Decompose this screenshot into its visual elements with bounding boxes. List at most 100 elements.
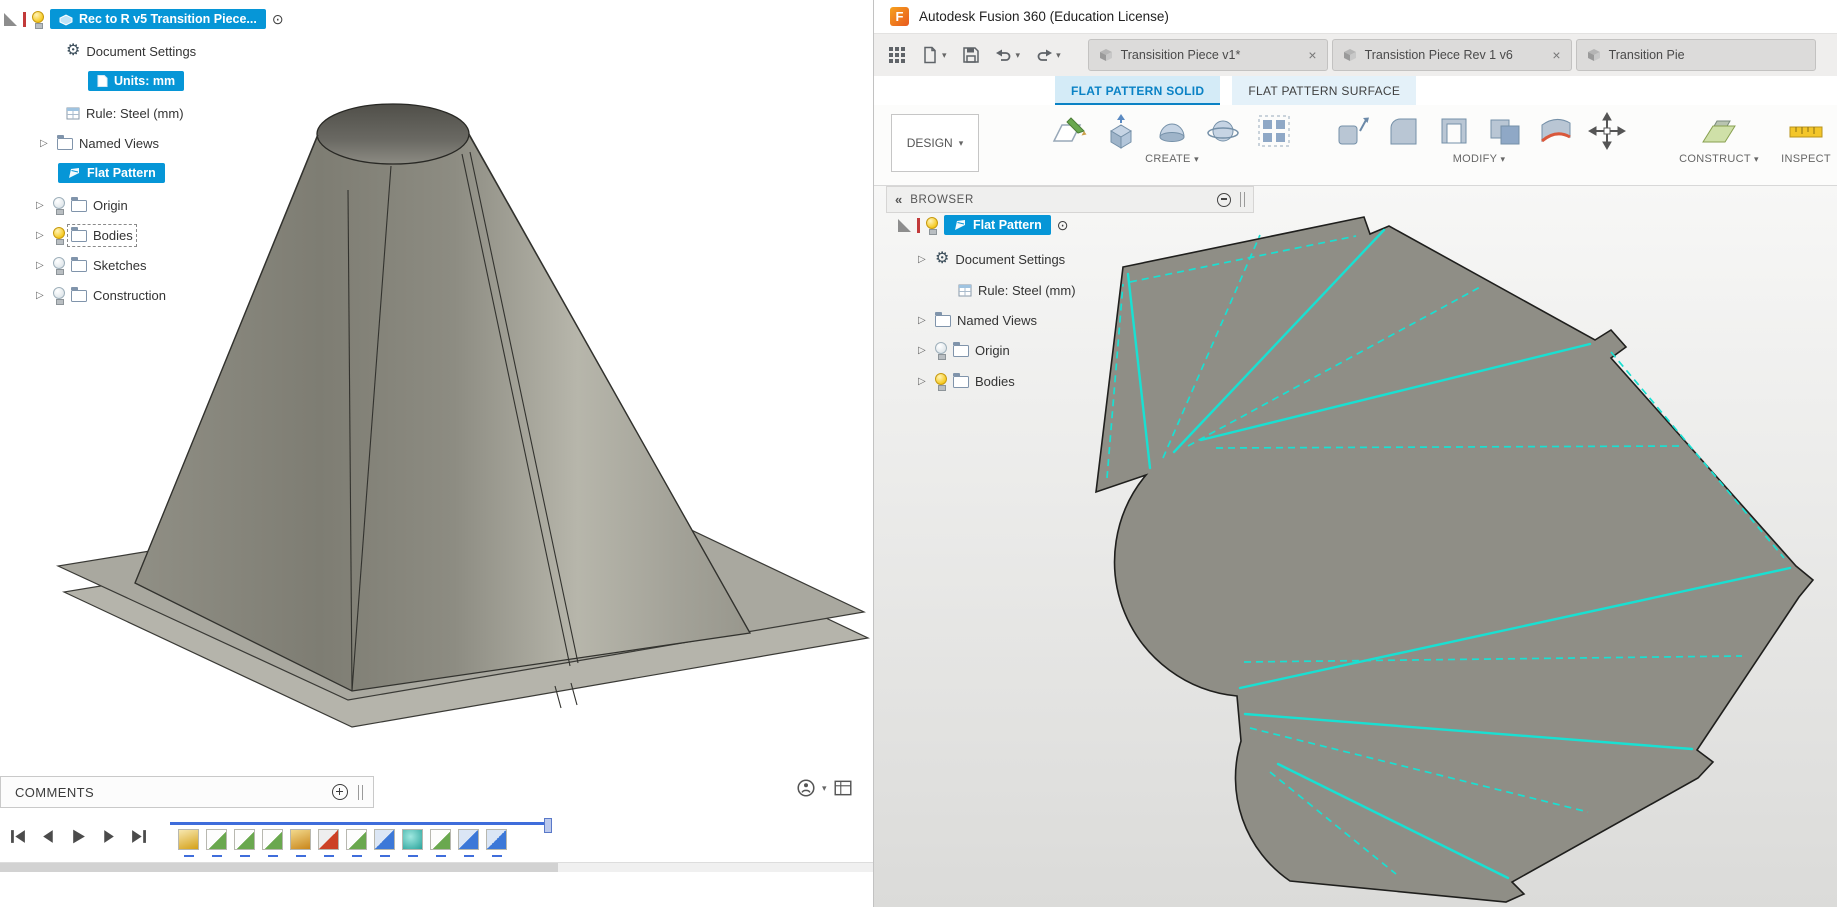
expand-arrow-icon[interactable]: ▷ (36, 260, 47, 271)
flat-pattern-sheet[interactable] (1096, 217, 1813, 902)
document-tab[interactable]: Transition Pie (1576, 39, 1816, 71)
go-to-start-button[interactable] (10, 828, 27, 845)
document-tab[interactable]: Transisition Piece v1* × (1088, 39, 1328, 71)
bend-feature-icon[interactable] (458, 829, 479, 850)
find-in-canvas-icon[interactable]: ⊙ (272, 11, 284, 28)
tree-item-named-views[interactable]: ▷ Named Views (40, 130, 159, 156)
sphere-icon[interactable] (1203, 111, 1243, 151)
sketch-feature-icon[interactable] (346, 829, 367, 850)
comments-bar[interactable]: COMMENTS (0, 776, 374, 808)
browser-minimize-icon[interactable] (1217, 193, 1231, 207)
comments-expand-icon[interactable] (332, 784, 348, 800)
press-pull-icon[interactable] (1332, 111, 1372, 151)
save-icon[interactable] (962, 46, 980, 64)
tree-item-document-settings[interactable]: ▷ ⚙ Document Settings (918, 246, 1065, 272)
fillet-icon[interactable] (1383, 111, 1423, 151)
go-to-end-button[interactable] (130, 828, 147, 845)
sketch-feature-icon[interactable] (430, 829, 451, 850)
step-back-button[interactable] (40, 828, 57, 845)
expand-arrow-icon[interactable]: ▷ (918, 376, 929, 387)
construct-dropdown[interactable]: CONSTRUCT ▾ (1664, 153, 1774, 165)
revolve-icon[interactable] (1152, 111, 1192, 151)
move-icon[interactable] (1587, 111, 1627, 151)
bend-feature-icon[interactable] (374, 829, 395, 850)
close-tab-icon[interactable]: × (1308, 47, 1316, 63)
grid-display-icon[interactable] (833, 778, 853, 798)
sketch-feature-icon[interactable] (234, 829, 255, 850)
tree-item-root[interactable]: Flat Pattern ⊙ (898, 212, 1069, 238)
undo-button[interactable]: ▾ (995, 46, 1021, 64)
visibility-bulb-icon[interactable] (935, 342, 947, 359)
replace-face-icon[interactable] (1536, 111, 1576, 151)
create-sketch-icon[interactable] (1050, 111, 1090, 151)
browser-collapse-chevrons-icon[interactable]: « (895, 192, 901, 207)
combine-icon[interactable] (1485, 111, 1525, 151)
tree-item-construction[interactable]: ▷ Construction (36, 282, 166, 308)
visibility-bulb-icon[interactable] (32, 11, 44, 28)
construct-plane-icon[interactable] (1699, 111, 1739, 151)
visibility-bulb-icon[interactable] (53, 197, 65, 214)
browser-panel-grip[interactable] (1240, 192, 1245, 207)
tree-item-bodies[interactable]: ▷ Bodies (36, 222, 133, 248)
rectangular-pattern-icon[interactable] (1254, 111, 1294, 151)
visibility-bulb-icon[interactable] (53, 257, 65, 274)
tree-item-origin[interactable]: ▷ Origin (918, 337, 1010, 363)
tree-item-origin[interactable]: ▷ Origin (36, 192, 128, 218)
shell-icon[interactable] (1434, 111, 1474, 151)
timeline-scrollbar-thumb[interactable] (0, 863, 558, 872)
bend-feature-icon[interactable] (486, 829, 507, 850)
tree-item-rule[interactable]: Rule: Steel (mm) (958, 277, 1076, 303)
expand-arrow-icon[interactable]: ▷ (918, 254, 929, 265)
orbit-menu-caret-icon[interactable]: ▾ (822, 783, 827, 794)
tab-flat-pattern-solid[interactable]: FLAT PATTERN SOLID (1055, 76, 1220, 105)
visibility-bulb-icon[interactable] (926, 217, 938, 234)
expand-arrow-icon[interactable]: ▷ (918, 315, 929, 326)
orbit-icon[interactable] (796, 778, 816, 798)
thicken-feature-icon[interactable] (402, 829, 423, 850)
app-grid-icon[interactable] (888, 46, 906, 64)
visibility-bulb-icon[interactable] (53, 227, 65, 244)
unfold-feature-icon[interactable] (290, 829, 311, 850)
tree-item-named-views[interactable]: ▷ Named Views (918, 307, 1037, 333)
sketch-feature-icon[interactable] (206, 829, 227, 850)
expand-arrow-icon[interactable]: ▷ (36, 200, 47, 211)
play-button[interactable] (70, 828, 87, 845)
document-tab[interactable]: Transistion Piece Rev 1 v6 × (1332, 39, 1572, 71)
tree-item-document-settings[interactable]: ⚙ Document Settings (66, 38, 196, 64)
bodies-dashed-selection[interactable]: Bodies (71, 228, 133, 243)
redo-button[interactable]: ▾ (1035, 46, 1061, 64)
expand-arrow-icon[interactable]: ▷ (36, 230, 47, 241)
tab-flat-pattern-surface[interactable]: FLAT PATTERN SURFACE (1232, 76, 1416, 105)
browser-panel-header[interactable]: « BROWSER (886, 186, 1254, 213)
tree-item-sketches[interactable]: ▷ Sketches (36, 252, 146, 278)
design-workspace-menu[interactable]: DESIGN ▾ (891, 114, 979, 172)
flat-pattern-selected-pill[interactable]: Flat Pattern (58, 163, 165, 183)
tree-item-bodies[interactable]: ▷ Bodies (918, 368, 1015, 394)
visibility-bulb-icon[interactable] (935, 373, 947, 390)
root-selected-pill[interactable]: Rec to R v5 Transition Piece... (50, 9, 266, 29)
tree-item-units[interactable]: Units: mm (88, 68, 184, 94)
sketch-feature-icon[interactable] (262, 829, 283, 850)
rip-feature-icon[interactable] (318, 829, 339, 850)
browser-collapse-triangle-icon[interactable] (898, 219, 911, 232)
expand-arrow-icon[interactable]: ▷ (36, 290, 47, 301)
step-forward-button[interactable] (100, 828, 117, 845)
measure-icon[interactable] (1786, 111, 1826, 151)
browser-collapse-triangle-icon[interactable] (4, 13, 17, 26)
timeline-scrollbar[interactable] (0, 862, 873, 872)
modify-dropdown[interactable]: MODIFY ▾ (1324, 153, 1634, 165)
comments-grip[interactable] (358, 785, 363, 800)
flat-pattern-selected-pill[interactable]: Flat Pattern (944, 215, 1051, 235)
tree-item-flat-pattern[interactable]: Flat Pattern (58, 160, 165, 186)
timeline-position-handle[interactable] (544, 818, 552, 833)
inspect-dropdown[interactable]: INSPECT (1777, 153, 1835, 165)
close-tab-icon[interactable]: × (1552, 47, 1560, 63)
find-in-canvas-icon[interactable]: ⊙ (1057, 217, 1069, 234)
tree-item-rule[interactable]: Rule: Steel (mm) (66, 100, 184, 126)
create-dropdown[interactable]: CREATE ▾ (1024, 153, 1320, 165)
expand-arrow-icon[interactable]: ▷ (40, 138, 51, 149)
expand-arrow-icon[interactable]: ▷ (918, 345, 929, 356)
form-feature-icon[interactable] (178, 829, 199, 850)
units-selected-pill[interactable]: Units: mm (88, 71, 184, 91)
tree-item-root[interactable]: Rec to R v5 Transition Piece... ⊙ (4, 6, 284, 32)
